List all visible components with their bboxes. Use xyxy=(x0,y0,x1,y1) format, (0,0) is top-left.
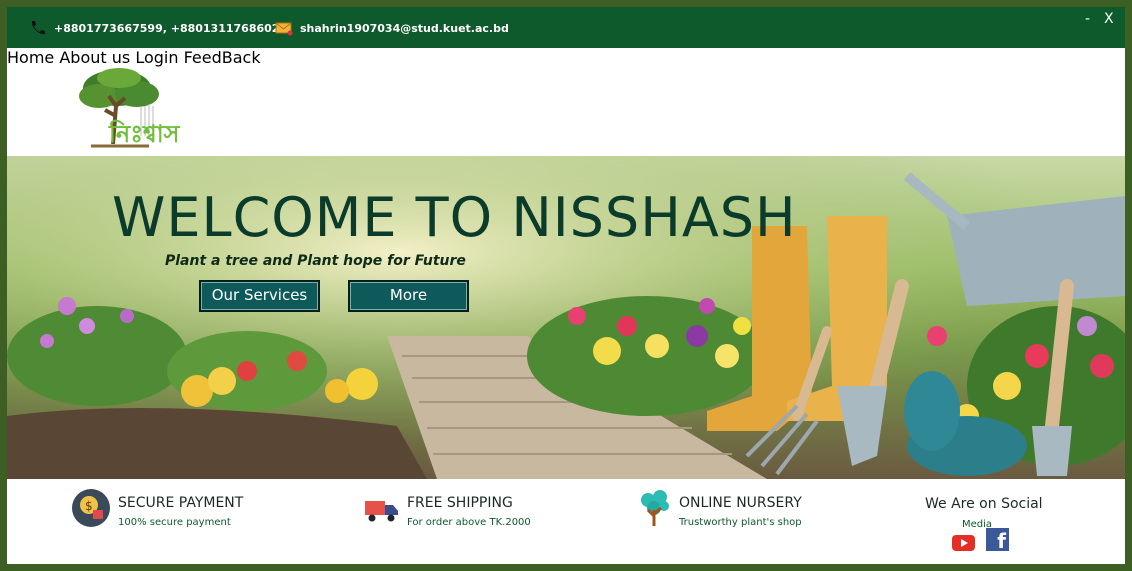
contact-bar: +8801773667599, +8801311768602 shahrin19… xyxy=(7,7,1125,48)
facebook-icon[interactable]: f xyxy=(986,528,1009,553)
truck-icon xyxy=(365,501,398,522)
minimize-button[interactable]: - xyxy=(1085,11,1090,27)
app-window: +8801773667599, +8801311768602 shahrin19… xyxy=(7,7,1125,564)
our-services-button[interactable]: Our Services xyxy=(199,280,320,312)
site-logo[interactable]: নিঃশ্বাস xyxy=(69,66,219,150)
email-contact: shahrin1907034@stud.kuet.ac.bd xyxy=(275,20,509,36)
youtube-icon[interactable] xyxy=(952,535,975,551)
social-title: We Are on Social xyxy=(925,496,1043,512)
more-button[interactable]: More xyxy=(348,280,469,312)
nav-login[interactable]: Login xyxy=(135,48,178,67)
close-button[interactable]: X xyxy=(1104,11,1114,27)
secure-payment-icon: $ xyxy=(72,489,110,527)
feature-title: ONLINE NURSERY xyxy=(679,495,802,511)
hero-banner: WELCOME TO NISSHASH Plant a tree and Pla… xyxy=(7,156,1125,479)
main-nav: Home About us Login FeedBack xyxy=(7,48,1125,67)
nav-feedback[interactable]: FeedBack xyxy=(184,48,261,67)
feature-subtitle: Trustworthy plant's shop xyxy=(679,517,802,528)
logo-text: নিঃশ্বাস xyxy=(109,120,180,148)
feature-title: SECURE PAYMENT xyxy=(118,495,244,511)
tree-icon xyxy=(641,490,669,526)
site-header: নিঃশ্বাস Home About us Login FeedBack xyxy=(7,48,1125,156)
hero-title: WELCOME TO NISSHASH xyxy=(112,186,797,249)
feature-title: FREE SHIPPING xyxy=(407,495,513,511)
hero-tagline: Plant a tree and Plant hope for Future xyxy=(165,253,466,269)
nav-home[interactable]: Home xyxy=(7,48,54,67)
features-strip: $ SECURE PAYMENT 100% secure payment FRE… xyxy=(7,479,1125,564)
nav-about-us[interactable]: About us xyxy=(59,48,130,67)
phone-icon xyxy=(31,21,45,35)
svg-text:$: $ xyxy=(85,499,93,513)
app-frame: +8801773667599, +8801311768602 shahrin19… xyxy=(0,0,1132,571)
feature-subtitle: 100% secure payment xyxy=(118,517,231,528)
phone-contact: +8801773667599, +8801311768602 xyxy=(29,20,279,36)
feature-subtitle: For order above TK.2000 xyxy=(407,517,531,528)
email-address: shahrin1907034@stud.kuet.ac.bd xyxy=(300,21,509,35)
mail-icon xyxy=(275,22,293,36)
phone-numbers: +8801773667599, +8801311768602 xyxy=(54,21,280,35)
